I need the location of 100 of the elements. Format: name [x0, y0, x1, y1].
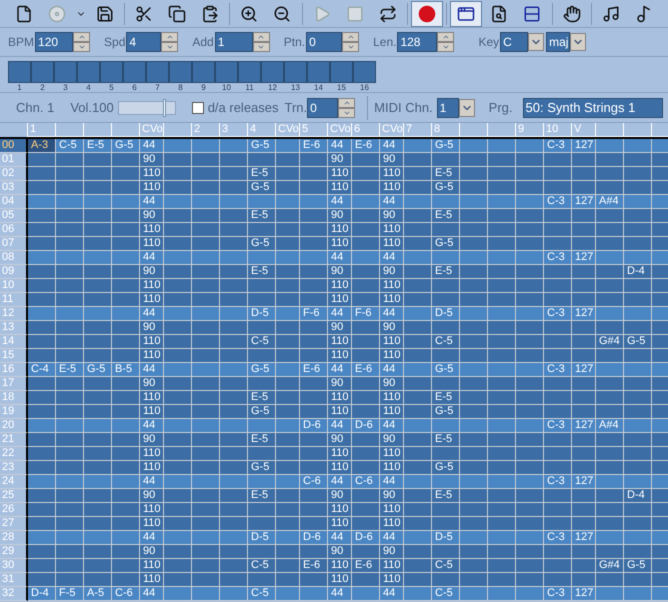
- row-number[interactable]: 20: [0, 419, 28, 433]
- row-number[interactable]: 30: [0, 559, 28, 573]
- pattern-slot[interactable]: [261, 61, 284, 83]
- column-header[interactable]: 3: [220, 123, 248, 137]
- row-number[interactable]: 26: [0, 503, 28, 517]
- row-number[interactable]: 13: [0, 321, 28, 335]
- column-header[interactable]: [624, 123, 652, 137]
- input-field[interactable]: 120: [35, 32, 74, 52]
- pattern-slot[interactable]: [77, 61, 100, 83]
- column-header[interactable]: CVo: [328, 123, 352, 137]
- volume-slider[interactable]: [118, 100, 176, 114]
- spin-down-button[interactable]: [252, 42, 270, 52]
- row-number[interactable]: 31: [0, 573, 28, 587]
- pattern-slot[interactable]: [100, 61, 123, 83]
- row-number[interactable]: 03: [0, 181, 28, 195]
- column-header[interactable]: CVo: [276, 123, 300, 137]
- input-field[interactable]: 4: [126, 32, 162, 52]
- spin-buttons[interactable]: [437, 32, 454, 52]
- spin-down-button[interactable]: [73, 42, 90, 52]
- row-number[interactable]: 16: [0, 363, 28, 377]
- spin-down-button[interactable]: [342, 42, 360, 52]
- input-field[interactable]: 1: [436, 98, 459, 118]
- pattern-slot[interactable]: [330, 61, 353, 83]
- spin-up-button[interactable]: [342, 32, 360, 42]
- column-header[interactable]: V: [572, 123, 596, 137]
- spin-down-button[interactable]: [338, 108, 356, 118]
- spin-down-button[interactable]: [437, 42, 454, 52]
- row-number[interactable]: 32: [0, 587, 28, 601]
- column-header[interactable]: 10: [544, 123, 572, 137]
- input-field[interactable]: 128: [397, 32, 438, 52]
- dropdown-button[interactable]: [570, 33, 586, 51]
- pattern-slot[interactable]: [169, 61, 192, 83]
- pattern-slot[interactable]: [31, 61, 54, 83]
- row-number[interactable]: 05: [0, 209, 28, 223]
- column-header[interactable]: CVo: [380, 123, 404, 137]
- row-number[interactable]: 12: [0, 307, 28, 321]
- spin-buttons[interactable]: [338, 98, 356, 118]
- toolbar-button[interactable]: [450, 0, 482, 26]
- row-number[interactable]: 25: [0, 489, 28, 503]
- slider-thumb[interactable]: [163, 98, 166, 116]
- pattern-slot[interactable]: [353, 61, 376, 83]
- row-number[interactable]: 19: [0, 405, 28, 419]
- pattern-slot[interactable]: [8, 61, 31, 83]
- column-header[interactable]: [460, 123, 488, 137]
- row-number[interactable]: 00: [0, 139, 28, 153]
- spin-buttons[interactable]: [252, 32, 270, 52]
- pattern-slot[interactable]: [192, 61, 215, 83]
- row-number[interactable]: 06: [0, 223, 28, 237]
- row-number[interactable]: 08: [0, 251, 28, 265]
- row-number[interactable]: 04: [0, 195, 28, 209]
- row-number[interactable]: 21: [0, 433, 28, 447]
- checkbox[interactable]: [192, 102, 204, 114]
- row-number[interactable]: 29: [0, 545, 28, 559]
- column-header[interactable]: [164, 123, 192, 137]
- column-header[interactable]: 7: [404, 123, 432, 137]
- program-field[interactable]: 50: Synth Strings 1: [522, 98, 663, 118]
- dropdown-button[interactable]: [528, 33, 544, 51]
- column-header[interactable]: [84, 123, 112, 137]
- row-number[interactable]: 28: [0, 531, 28, 545]
- row-number[interactable]: 09: [0, 265, 28, 279]
- spin-buttons[interactable]: [73, 32, 90, 52]
- input-field[interactable]: 0: [306, 32, 342, 52]
- row-number[interactable]: 14: [0, 335, 28, 349]
- row-number[interactable]: 15: [0, 349, 28, 363]
- row-number[interactable]: 02: [0, 167, 28, 181]
- row-number[interactable]: 17: [0, 377, 28, 391]
- spin-down-button[interactable]: [161, 42, 178, 52]
- column-header[interactable]: 9: [516, 123, 544, 137]
- column-header[interactable]: [56, 123, 84, 137]
- pattern-slot[interactable]: [284, 61, 307, 83]
- input-field[interactable]: maj: [546, 32, 570, 52]
- column-header[interactable]: [596, 123, 624, 137]
- pattern-slot[interactable]: [123, 61, 146, 83]
- dropdown-button[interactable]: [458, 98, 475, 116]
- column-header[interactable]: 6: [352, 123, 380, 137]
- input-field[interactable]: 0: [307, 98, 338, 118]
- row-number[interactable]: 24: [0, 475, 28, 489]
- row-number[interactable]: 22: [0, 447, 28, 461]
- column-header[interactable]: CVo: [140, 123, 164, 137]
- pattern-slot[interactable]: [307, 61, 330, 83]
- spin-up-button[interactable]: [437, 32, 454, 42]
- toolbar-button[interactable]: [410, 0, 444, 26]
- pattern-slot[interactable]: [54, 61, 77, 83]
- column-header[interactable]: 5: [300, 123, 328, 137]
- column-header[interactable]: 8: [432, 123, 460, 137]
- spin-up-button[interactable]: [252, 32, 270, 42]
- column-header[interactable]: [488, 123, 516, 137]
- pattern-slot[interactable]: [215, 61, 238, 83]
- column-header[interactable]: 4: [248, 123, 276, 137]
- pattern-slot[interactable]: [238, 61, 261, 83]
- pattern-slot[interactable]: [146, 61, 169, 83]
- row-number[interactable]: 11: [0, 293, 28, 307]
- column-header[interactable]: [112, 123, 140, 137]
- spin-up-button[interactable]: [338, 98, 356, 108]
- spin-up-button[interactable]: [161, 32, 178, 42]
- column-header[interactable]: 2: [192, 123, 220, 137]
- column-header[interactable]: 1: [28, 123, 56, 137]
- spin-buttons[interactable]: [161, 32, 178, 52]
- row-number[interactable]: 10: [0, 279, 28, 293]
- input-field[interactable]: 1: [214, 32, 253, 52]
